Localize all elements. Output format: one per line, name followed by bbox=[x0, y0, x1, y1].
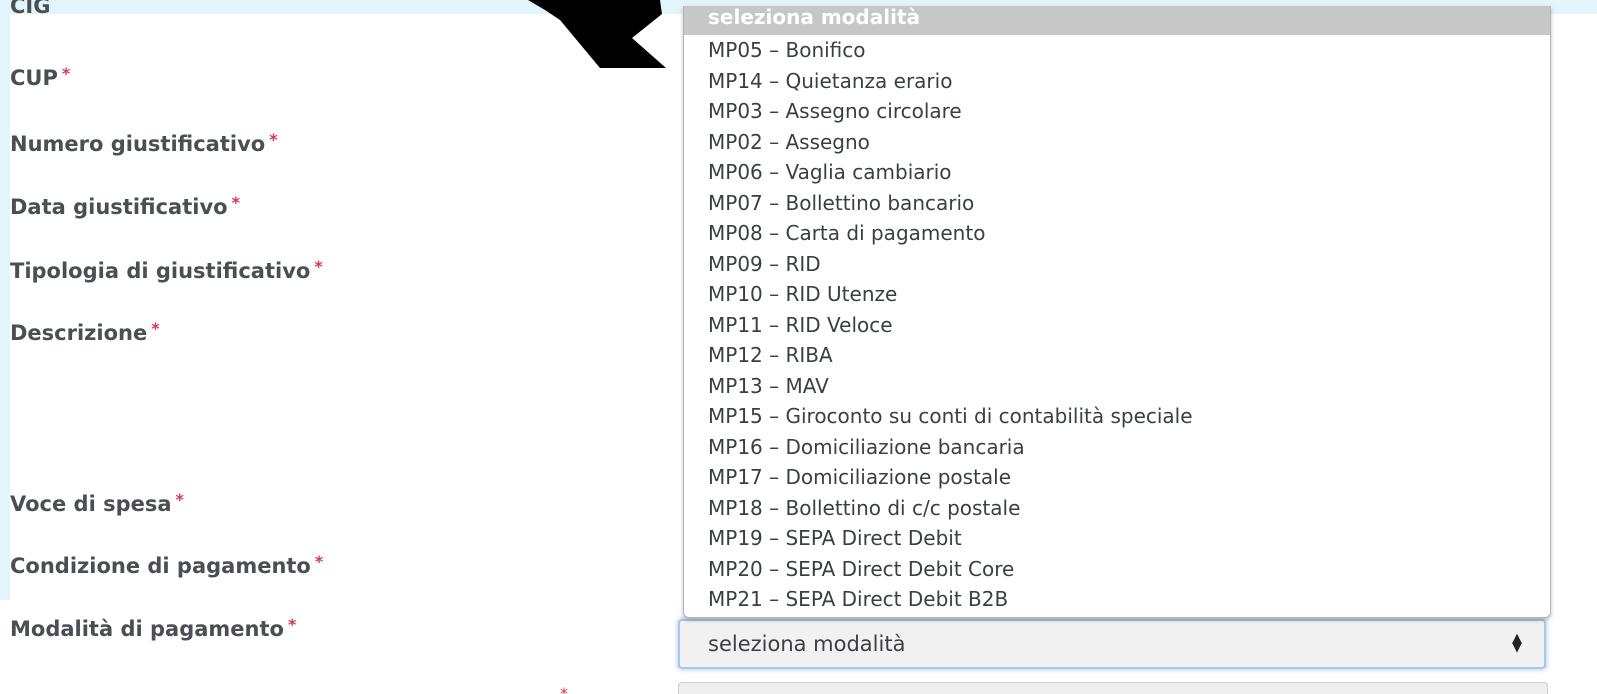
screenshot-frame: CIG CUP * Numero giustificativo * Data giu… bbox=[0, 0, 1597, 694]
pointer-arrow-icon bbox=[528, 0, 666, 68]
pointer-arrow-head-icon bbox=[528, 0, 666, 68]
